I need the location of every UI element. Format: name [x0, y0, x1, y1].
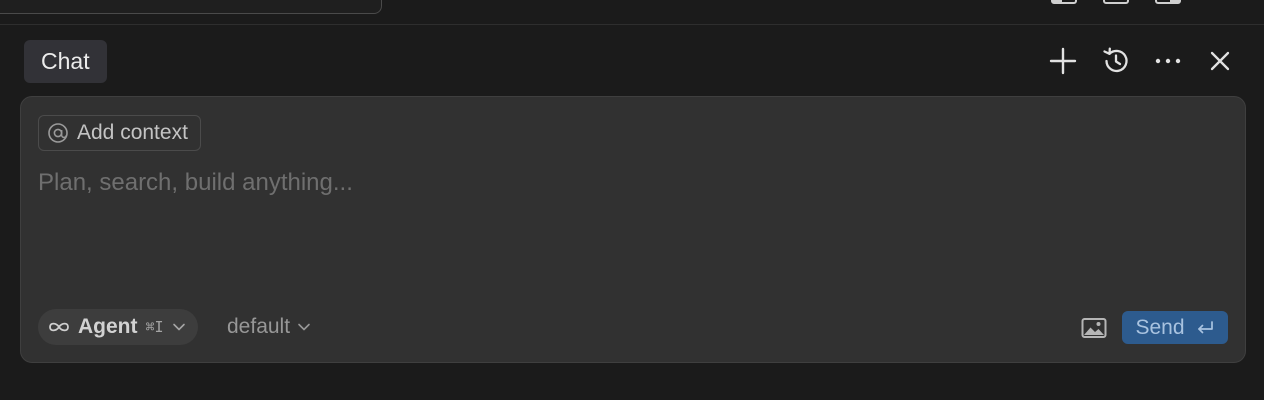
top-bar	[0, 0, 1264, 25]
send-label: Send	[1135, 315, 1185, 339]
tab-chat[interactable]: Chat	[24, 40, 107, 83]
close-icon	[1210, 51, 1230, 71]
model-label: default	[227, 315, 291, 338]
return-key-icon	[1197, 320, 1213, 333]
chevron-down-icon	[172, 323, 185, 331]
mode-shortcut: ⌘I	[145, 318, 164, 336]
mode-label: Agent	[78, 315, 138, 338]
chat-composer: Add context Agent ⌘I default Send	[20, 96, 1246, 363]
add-context-button[interactable]: Add context	[38, 115, 201, 151]
more-options-button[interactable]	[1151, 44, 1185, 78]
new-chat-button[interactable]	[1046, 44, 1080, 78]
history-icon	[1103, 47, 1128, 73]
plus-icon	[1049, 47, 1077, 75]
history-button[interactable]	[1099, 44, 1133, 78]
close-chat-button[interactable]	[1203, 44, 1237, 78]
model-selector[interactable]: default	[227, 309, 311, 345]
toggle-panel-icon[interactable]	[1103, 0, 1129, 4]
mode-selector[interactable]: Agent ⌘I	[38, 309, 198, 345]
settings-gear-icon[interactable]	[1207, 0, 1233, 4]
add-context-label: Add context	[77, 121, 188, 144]
infinity-icon	[49, 322, 69, 332]
toggle-left-sidebar-icon[interactable]	[1051, 0, 1077, 4]
chevron-down-icon	[298, 323, 310, 331]
command-search-box[interactable]	[0, 0, 382, 14]
send-button[interactable]: Send	[1122, 311, 1228, 344]
chat-prompt-input[interactable]	[38, 167, 1218, 317]
toggle-right-sidebar-icon[interactable]	[1155, 0, 1181, 4]
at-sign-icon	[48, 123, 68, 143]
image-icon	[1081, 318, 1107, 338]
attach-image-button[interactable]	[1079, 313, 1109, 343]
ellipsis-icon	[1155, 58, 1181, 64]
